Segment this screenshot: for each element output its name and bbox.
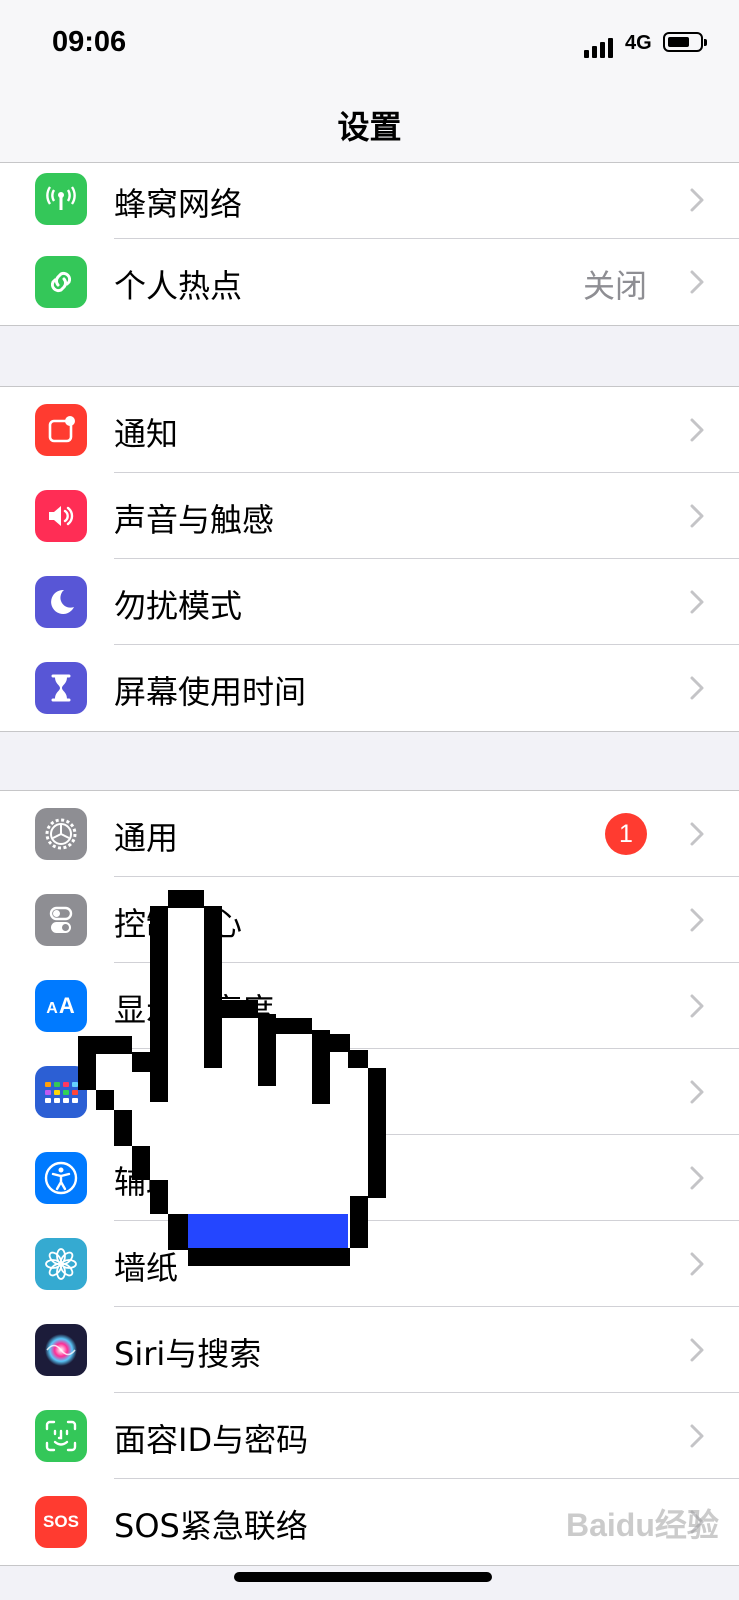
settings-row-accessibility[interactable]: 辅助功能 [0, 1135, 739, 1221]
notifications-icon [35, 404, 87, 456]
settings-group-notifications: 通知 声音与触感 勿扰模式 屏幕使用时间 [0, 386, 739, 732]
settings-row-label: 屏幕使用时间 [114, 673, 307, 711]
settings-row-display[interactable]: AA 显示与亮度 [0, 963, 739, 1049]
chevron-right-icon [690, 1424, 704, 1448]
cellular-signal-icon [584, 36, 614, 58]
chevron-right-icon [690, 1338, 704, 1362]
sos-icon-text: SOS [43, 1512, 79, 1531]
settings-row-control-center[interactable]: 控制中心 [0, 877, 739, 963]
chevron-right-icon [690, 418, 704, 442]
chevron-right-icon [690, 504, 704, 528]
settings-row-sounds[interactable]: 声音与触感 [0, 473, 739, 559]
navigation-bar: 设置 [0, 88, 739, 164]
chevron-right-icon [690, 590, 704, 614]
chevron-right-icon [690, 1252, 704, 1276]
status-bar: 09:06 4G [0, 0, 739, 88]
settings-row-value: 关闭 [582, 267, 647, 305]
settings-row-label: 声音与触感 [114, 501, 275, 539]
settings-group-connectivity: 蜂窝网络 个人热点 关闭 [0, 162, 739, 326]
sos-icon: SOS [35, 1496, 87, 1548]
settings-row-label: 控制中心 [114, 905, 243, 943]
watermark-logo: Baidu经验 [566, 1507, 719, 1543]
chevron-right-icon [690, 822, 704, 846]
home-screen-icon [35, 1066, 87, 1118]
face-id-icon [35, 1410, 87, 1462]
settings-row-home-screen[interactable]: 主屏幕 [0, 1049, 739, 1135]
chevron-right-icon [690, 908, 704, 932]
settings-row-siri[interactable]: Siri与搜索 [0, 1307, 739, 1393]
antenna-icon [35, 173, 87, 225]
moon-icon [35, 576, 87, 628]
flower-icon [35, 1238, 87, 1290]
siri-icon [35, 1324, 87, 1376]
text-size-icon: AA [35, 980, 87, 1032]
chevron-right-icon [690, 994, 704, 1018]
settings-row-label: 主屏幕 [114, 1077, 211, 1115]
settings-row-face-id[interactable]: 面容ID与密码 [0, 1393, 739, 1479]
settings-row-label: Siri与搜索 [114, 1335, 262, 1373]
hotspot-icon [35, 256, 87, 308]
chevron-right-icon [690, 188, 704, 212]
toggles-icon [35, 894, 87, 946]
settings-row-label: 蜂窝网络 [114, 185, 243, 223]
gear-icon [35, 808, 87, 860]
hourglass-icon [35, 662, 87, 714]
settings-row-cellular[interactable]: 蜂窝网络 [0, 163, 739, 239]
page-title: 设置 [337, 108, 402, 146]
battery-icon [663, 32, 707, 52]
settings-row-label: 通用 [114, 819, 179, 857]
settings-row-label: SOS紧急联络 [114, 1507, 308, 1545]
status-time: 09:06 [52, 26, 127, 58]
settings-row-label: 通知 [114, 415, 179, 453]
settings-row-notifications[interactable]: 通知 [0, 387, 739, 473]
settings-row-general[interactable]: 通用 1 [0, 791, 739, 877]
chevron-right-icon [690, 676, 704, 700]
network-type: 4G [625, 32, 652, 54]
settings-row-label: 显示与亮度 [114, 991, 275, 1029]
home-indicator[interactable] [234, 1572, 492, 1582]
speaker-icon [35, 490, 87, 542]
chevron-right-icon [690, 1166, 704, 1190]
settings-row-label: 面容ID与密码 [114, 1421, 309, 1459]
settings-row-label: 辅助功能 [114, 1163, 243, 1201]
settings-row-do-not-disturb[interactable]: 勿扰模式 [0, 559, 739, 645]
chevron-right-icon [690, 1080, 704, 1104]
settings-row-screen-time[interactable]: 屏幕使用时间 [0, 645, 739, 731]
settings-row-hotspot[interactable]: 个人热点 关闭 [0, 239, 739, 325]
settings-row-label: 个人热点 [114, 267, 243, 305]
accessibility-icon [35, 1152, 87, 1204]
settings-row-wallpaper[interactable]: 墙纸 [0, 1221, 739, 1307]
settings-row-label: 墙纸 [114, 1249, 179, 1287]
settings-group-general: 通用 1 控制中心 AA 显示与亮度 主屏幕 辅助功能 墙纸 Siri与搜索 面… [0, 790, 739, 1566]
settings-row-label: 勿扰模式 [114, 587, 243, 625]
chevron-right-icon [690, 270, 704, 294]
notification-badge: 1 [605, 813, 647, 855]
